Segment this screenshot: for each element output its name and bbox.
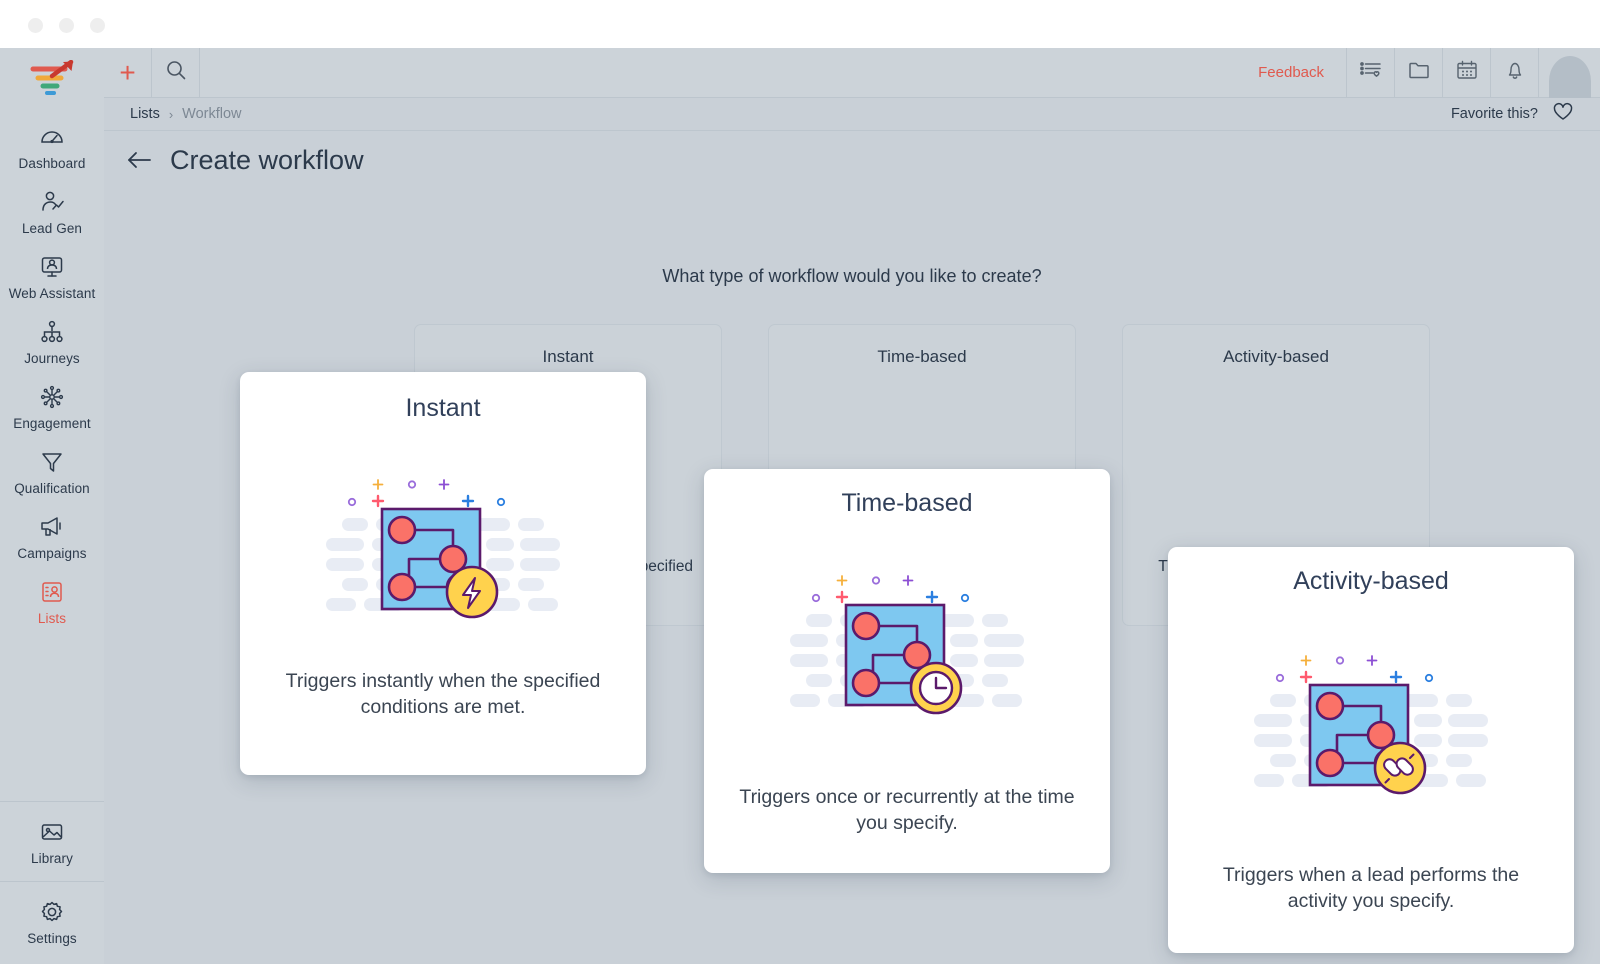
feedback-link[interactable]: Feedback	[1236, 64, 1346, 81]
gauge-icon	[38, 123, 66, 151]
sidebar-item-web-assistant[interactable]: Web Assistant	[0, 244, 104, 309]
favorite-this-control[interactable]: Favorite this?	[1451, 102, 1574, 126]
workflow-card-description: Triggers when a lead performs the activi…	[1222, 864, 1520, 912]
web-assistant-icon	[38, 253, 66, 281]
page-header: Create workflow	[104, 132, 1600, 188]
breadcrumb-bar: Lists › Workflow Favorite this?	[104, 98, 1600, 131]
user-avatar-button[interactable]	[1538, 47, 1600, 98]
sidebar-item-campaigns[interactable]: Campaigns	[0, 504, 104, 569]
top-toolbar-right: Feedback	[1236, 47, 1600, 98]
breadcrumb-item-workflow[interactable]: Workflow	[182, 106, 241, 122]
sidebar-item-label: Lead Gen	[21, 221, 83, 236]
page-title: Create workflow	[170, 144, 364, 175]
workflow-card-activity-based[interactable]: Activity-based Triggers when a lead perf…	[1168, 547, 1574, 953]
folder-icon	[1407, 59, 1431, 86]
workflow-card-title: Activity-based	[1293, 567, 1449, 595]
sidebar-item-label: Dashboard	[18, 156, 86, 171]
sidebar-item-label: Qualification	[14, 481, 90, 496]
window-close-dot[interactable]	[28, 18, 43, 33]
sidebar-item-settings[interactable]: Settings	[0, 882, 104, 964]
avatar	[1548, 55, 1591, 98]
ghost-card-title: Time-based	[877, 347, 967, 366]
calendar-icon	[1455, 59, 1479, 86]
sidebar-item-qualification[interactable]: Qualification	[0, 439, 104, 504]
sidebar-item-label: Settings	[27, 931, 77, 946]
workflow-card-title: Time-based	[841, 489, 973, 517]
add-button[interactable]: +	[104, 47, 152, 98]
list-heart-icon	[1359, 59, 1383, 86]
funnel-icon	[38, 448, 66, 476]
sidebar-item-label: Engagement	[13, 416, 91, 431]
search-button[interactable]	[152, 47, 200, 98]
sidebar-item-lists[interactable]: Lists	[0, 569, 104, 634]
workflow-card-time-based[interactable]: Time-based Triggers once or recurrently …	[704, 469, 1110, 873]
heart-icon[interactable]	[1552, 102, 1574, 126]
image-icon	[38, 818, 66, 846]
sidebar-item-label: Journeys	[24, 351, 80, 366]
workflow-card-instant[interactable]: Instant Triggers instantly when the spec…	[240, 372, 646, 775]
journeys-icon	[38, 318, 66, 346]
breadcrumb-item-lists[interactable]: Lists	[130, 106, 160, 122]
main-region: + Feedback Lists › Workflow Favorite thi…	[104, 47, 1600, 964]
favorite-label: Favorite this?	[1450, 106, 1538, 122]
lead-gen-icon	[38, 188, 66, 216]
bell-icon-button[interactable]	[1490, 47, 1538, 98]
panel-question: What type of workflow would you like to …	[662, 266, 1042, 286]
folder-icon-button[interactable]	[1394, 47, 1442, 98]
activity-based-illustration	[1248, 638, 1494, 818]
sidebar-item-label: Campaigns	[17, 546, 87, 561]
bell-icon	[1504, 59, 1526, 86]
sidebar-item-engagement[interactable]: Engagement	[0, 374, 104, 439]
megaphone-icon	[38, 513, 66, 541]
sidebar: Dashboard Lead Gen Web Assistant Journey…	[0, 48, 104, 964]
search-icon	[165, 59, 187, 86]
sidebar-item-label: Library	[31, 851, 73, 866]
engagement-icon	[38, 383, 66, 411]
time-based-illustration	[784, 558, 1030, 738]
breadcrumb-separator: ›	[168, 106, 174, 122]
sidebar-item-dashboard[interactable]: Dashboard	[0, 114, 104, 179]
app-window: Dashboard Lead Gen Web Assistant Journey…	[0, 0, 1600, 964]
growth-arrow-logo[interactable]	[25, 60, 79, 98]
add-button-label: +	[119, 56, 136, 88]
ghost-card-title: Activity-based	[1223, 347, 1329, 366]
sidebar-item-library[interactable]: Library	[0, 802, 104, 881]
list-heart-icon-button[interactable]	[1346, 47, 1394, 98]
workflow-type-panel: What type of workflow would you like to …	[104, 188, 1600, 964]
calendar-icon-button[interactable]	[1442, 47, 1490, 98]
back-arrow-icon[interactable]	[126, 149, 152, 171]
gear-icon	[38, 898, 66, 926]
sidebar-item-journeys[interactable]: Journeys	[0, 309, 104, 374]
sidebar-bottom: Library Settings	[0, 801, 104, 964]
window-controls	[28, 18, 105, 33]
workflow-card-title: Instant	[405, 394, 481, 422]
ghost-card-title: Instant	[542, 347, 594, 366]
workflow-card-description: Triggers instantly when the specified co…	[285, 670, 601, 718]
window-minimize-dot[interactable]	[59, 18, 74, 33]
window-titlebar	[0, 0, 1600, 48]
top-toolbar: + Feedback	[104, 47, 1600, 98]
sidebar-item-lead-gen[interactable]: Lead Gen	[0, 179, 104, 244]
sidebar-item-label: Lists	[37, 611, 67, 626]
workflow-card-description: Triggers once or recurrently at the time…	[739, 786, 1075, 834]
window-maximize-dot[interactable]	[90, 18, 105, 33]
instant-illustration	[320, 462, 566, 642]
sidebar-nav: Dashboard Lead Gen Web Assistant Journey…	[0, 114, 104, 634]
lists-icon	[38, 578, 66, 606]
sidebar-item-label: Web Assistant	[8, 286, 96, 301]
